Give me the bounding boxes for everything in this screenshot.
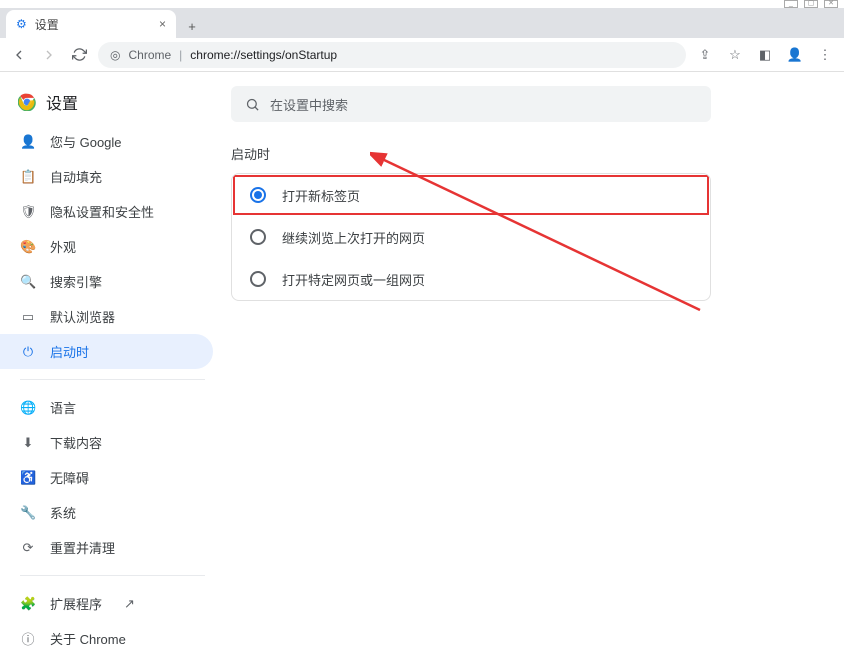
sidebar-icon: 🔍 (20, 274, 36, 290)
sidebar-item-label: 启动时 (50, 342, 89, 361)
address-bar[interactable]: ◎ Chrome | chrome://settings/onStartup (98, 42, 686, 68)
sidebar-item[interactable]: 🎨 外观 (0, 229, 225, 264)
sidebar-icon: ⏻ (20, 344, 36, 360)
sidebar-item[interactable]: 🧩 扩展程序 ↗ (0, 586, 225, 621)
sidebar-separator (20, 575, 205, 576)
os-close[interactable]: ✕ (824, 0, 838, 8)
content-area: 设置 👤 您与 Google 📋 自动填充 🛡 隐私设置和安全性 🎨 外观 🔍 搜索引擎 ▭ 默认浏览… (0, 72, 844, 539)
sidebar-item[interactable]: ♿ 无障碍 (0, 460, 225, 495)
sidebar-item[interactable]: 🌐 语言 (0, 390, 225, 425)
app-title: 设置 (0, 82, 225, 124)
sidebar-item[interactable]: 🔍 搜索引擎 (0, 264, 225, 299)
close-tab-icon[interactable]: × (159, 17, 166, 31)
sidebar-icon: 🌐 (20, 400, 36, 416)
os-maximize[interactable]: ▢ (804, 0, 818, 8)
sidebar-item[interactable]: ⏻ 启动时 (0, 334, 213, 369)
sidebar-item[interactable]: 👤 您与 Google (0, 124, 225, 159)
sidebar-separator (20, 379, 205, 380)
os-minimize[interactable]: _ (784, 0, 798, 8)
url-origin: Chrome (128, 48, 171, 62)
tab-title: 设置 (35, 16, 59, 33)
sidebar-item-label: 您与 Google (50, 132, 122, 151)
radio-icon (250, 229, 266, 245)
sidebar-icon: 🧩 (20, 596, 36, 612)
sidebar-icon: ⟳ (20, 540, 36, 556)
section-title: 启动时 (231, 144, 804, 163)
option-label: 继续浏览上次打开的网页 (282, 228, 425, 247)
sidebar-item[interactable]: 🛡 隐私设置和安全性 (0, 194, 225, 229)
sidebar-icon: 👤 (20, 134, 36, 150)
sidebar-item-label: 默认浏览器 (50, 307, 115, 326)
chrome-logo-icon (18, 93, 36, 111)
forward-button[interactable] (38, 44, 60, 66)
startup-option[interactable]: 打开特定网页或一组网页 (232, 258, 710, 300)
sidebar-item[interactable]: 🔧 系统 (0, 495, 225, 530)
sidebar-icon: ⓘ (20, 629, 36, 648)
radio-icon (250, 271, 266, 287)
new-tab-button[interactable]: + (180, 14, 204, 38)
startup-option[interactable]: 继续浏览上次打开的网页 (232, 216, 710, 258)
sidebar-item-label: 下载内容 (50, 433, 102, 452)
sidebar-icon: 🔧 (20, 505, 36, 521)
profile-icon[interactable]: 👤 (784, 44, 806, 66)
sidebar-icon: 🛡 (20, 204, 36, 220)
search-icon (245, 97, 260, 112)
sidebar-item[interactable]: ⬇ 下载内容 (0, 425, 225, 460)
bookmark-icon[interactable]: ☆ (724, 44, 746, 66)
os-titlebar: _ ▢ ✕ (0, 0, 844, 8)
sidebar-item-label: 扩展程序 (50, 594, 102, 613)
sidebar-item[interactable]: ⟳ 重置并清理 (0, 530, 225, 565)
back-button[interactable] (8, 44, 30, 66)
sidebar-icon: ⬇ (20, 435, 36, 451)
menu-icon[interactable]: ⋮ (814, 44, 836, 66)
gear-icon: ⚙ (16, 17, 27, 31)
reload-button[interactable] (68, 44, 90, 66)
chrome-icon: ◎ (110, 48, 120, 62)
sidebar-item[interactable]: ▭ 默认浏览器 (0, 299, 225, 334)
sidebar-icon: ▭ (20, 309, 36, 325)
browser-toolbar: ◎ Chrome | chrome://settings/onStartup ⇪… (0, 38, 844, 72)
sidepanel-icon[interactable]: ◧ (754, 44, 776, 66)
tabstrip: ⚙ 设置 × + (0, 8, 844, 38)
settings-search[interactable]: 在设置中搜索 (231, 86, 711, 122)
startup-card: 打开新标签页继续浏览上次打开的网页打开特定网页或一组网页 (231, 173, 711, 301)
sidebar-icon: ♿ (20, 470, 36, 486)
sidebar-item-label: 无障碍 (50, 468, 89, 487)
sidebar-item[interactable]: ⓘ 关于 Chrome (0, 621, 225, 656)
sidebar-item-label: 自动填充 (50, 167, 102, 186)
main-panel: 在设置中搜索 启动时 打开新标签页继续浏览上次打开的网页打开特定网页或一组网页 (225, 72, 844, 539)
url-path: chrome://settings/onStartup (190, 48, 337, 62)
search-placeholder: 在设置中搜索 (270, 95, 348, 114)
radio-icon (250, 187, 266, 203)
sidebar-icon: 📋 (20, 169, 36, 185)
sidebar-item[interactable]: 📋 自动填充 (0, 159, 225, 194)
option-label: 打开新标签页 (282, 186, 360, 205)
sidebar: 设置 👤 您与 Google 📋 自动填充 🛡 隐私设置和安全性 🎨 外观 🔍 搜索引擎 ▭ 默认浏览… (0, 72, 225, 539)
share-icon[interactable]: ⇪ (694, 44, 716, 66)
sidebar-item-label: 隐私设置和安全性 (50, 202, 154, 221)
startup-option[interactable]: 打开新标签页 (232, 174, 710, 216)
sidebar-item-label: 语言 (50, 398, 76, 417)
browser-tab[interactable]: ⚙ 设置 × (6, 10, 176, 38)
sidebar-item-label: 搜索引擎 (50, 272, 102, 291)
sidebar-icon: 🎨 (20, 239, 36, 255)
external-link-icon: ↗ (124, 596, 135, 612)
sidebar-item-label: 系统 (50, 503, 76, 522)
app-title-text: 设置 (46, 90, 78, 114)
url-separator: | (179, 48, 182, 62)
sidebar-item-label: 关于 Chrome (50, 629, 126, 648)
sidebar-item-label: 外观 (50, 237, 76, 256)
sidebar-item-label: 重置并清理 (50, 538, 115, 557)
option-label: 打开特定网页或一组网页 (282, 270, 425, 289)
